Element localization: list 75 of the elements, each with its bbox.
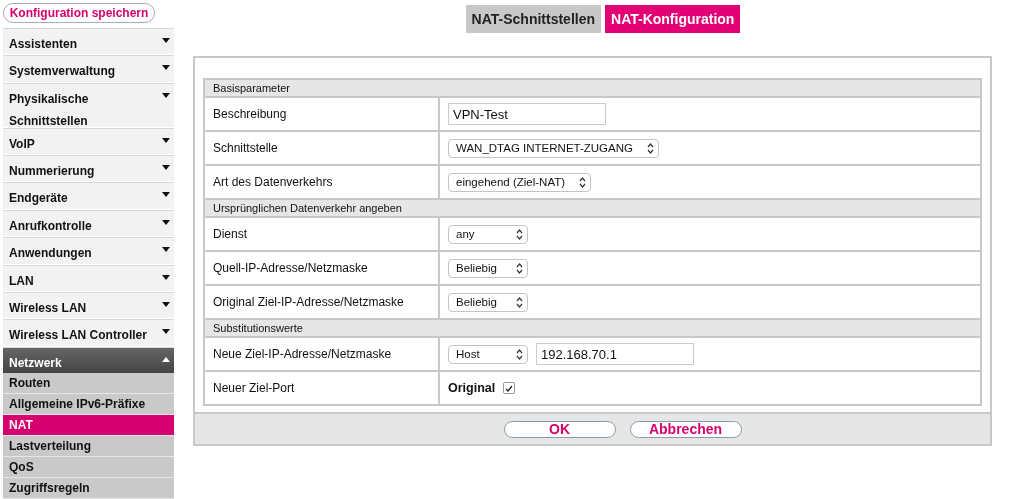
save-configuration-button[interactable]: Konfiguration speichern <box>3 3 155 23</box>
tab[interactable]: NAT-Schnittstellen <box>465 5 601 33</box>
menu-label: Wireless LAN Controller <box>9 327 147 345</box>
field-label: Neue Ziel-IP-Adresse/Netzmaske <box>205 338 440 370</box>
menu-label: Systemverwaltung <box>9 63 116 81</box>
sidebar-menu-item[interactable]: VoIP <box>3 127 174 154</box>
caret-down-icon <box>162 247 170 253</box>
field-label: Dienst <box>205 218 440 250</box>
caret-down-icon <box>162 219 170 225</box>
dropdown[interactable]: Beliebig <box>448 258 528 278</box>
submenu-item[interactable]: NAT <box>3 415 174 437</box>
sidebar-menu-item[interactable]: Wireless LAN <box>3 291 174 319</box>
sidebar-menu-item[interactable]: Netzwerk <box>3 346 174 374</box>
dropdown[interactable]: any <box>448 224 528 244</box>
dropdown[interactable]: Beliebig <box>448 292 528 312</box>
menu-label: Anrufkontrolle <box>9 217 92 235</box>
field-label: Original Ziel-IP-Adresse/Netzmaske <box>205 286 440 318</box>
tab[interactable]: NAT-Konfiguration <box>605 5 741 33</box>
submenu-item[interactable]: Routen <box>3 373 174 395</box>
section-header: Ursprünglichen Datenverkehr angeben <box>205 200 980 218</box>
checkbox[interactable] <box>503 382 516 394</box>
text-field[interactable]: VPN-Test <box>448 103 606 125</box>
sidebar-menu-item[interactable]: Endgeräte <box>3 182 174 209</box>
caret-down-icon <box>162 274 170 280</box>
menu-label: Wireless LAN <box>9 299 87 317</box>
updown-arrows-icon <box>516 296 523 308</box>
submenu-item[interactable]: Lastverteilung <box>3 436 174 458</box>
menu-label: VoIP <box>9 135 35 153</box>
dropdown[interactable]: WAN_DTAG INTERNET-ZUGANG <box>448 138 659 158</box>
section-header: Basisparameter <box>205 80 980 98</box>
updown-arrows-icon <box>516 228 523 240</box>
sidebar-menu-item[interactable]: Wireless LAN Controller <box>3 319 174 346</box>
field-label: Beschreibung <box>205 98 440 130</box>
checkmark-icon <box>505 384 514 392</box>
menu-label: Anwendungen <box>9 245 92 263</box>
cancel-button[interactable]: Abbrechen <box>629 420 742 438</box>
field-label: Art des Datenverkehrs <box>205 166 440 198</box>
updown-arrows-icon <box>579 176 587 188</box>
menu-label: Assistenten <box>9 36 78 53</box>
dropdown[interactable]: Host <box>448 344 528 364</box>
dropdown[interactable]: eingehend (Ziel-NAT) <box>448 172 592 192</box>
field-label: Quell-IP-Adresse/Netzmaske <box>205 252 440 284</box>
menu-label: LAN <box>9 272 34 290</box>
caret-down-icon <box>162 137 170 143</box>
caret-down-icon <box>162 301 170 307</box>
section-header: Substitutionswerte <box>205 320 980 338</box>
caret-down-icon <box>162 92 170 98</box>
menu-label: Netzwerk <box>9 354 62 372</box>
updown-arrows-icon <box>647 142 654 154</box>
sidebar-menu-item[interactable]: Systemverwaltung <box>3 55 174 82</box>
sidebar-menu-item[interactable]: Nummerierung <box>3 154 174 182</box>
caret-down-icon <box>162 329 170 335</box>
sidebar-menu-item[interactable]: Anrufkontrolle <box>3 209 174 237</box>
field-label: Neuer Ziel-Port <box>205 372 440 404</box>
sidebar-menu-item[interactable]: LAN <box>3 264 174 291</box>
caret-down-icon <box>162 192 170 198</box>
submenu-item[interactable]: Zugriffsregeln <box>3 478 174 499</box>
field-label: Schnittstelle <box>205 132 440 164</box>
menu-label: Nummerierung <box>9 162 95 180</box>
menu-label: Endgeräte <box>9 190 68 208</box>
checkbox-label: Original <box>448 381 496 395</box>
menu-label: Physikalische Schnittstellen <box>9 90 90 130</box>
sidebar-menu-item[interactable]: Anwendungen <box>3 237 174 264</box>
caret-down-icon <box>162 38 170 43</box>
text-field[interactable]: 192.168.70.1 <box>536 343 694 365</box>
submenu-item[interactable]: Allgemeine IPv6-Präfixe <box>3 394 174 416</box>
sidebar-menu-item[interactable]: Physikalische Schnittstellen <box>3 82 174 127</box>
submenu-item[interactable]: QoS <box>3 457 174 479</box>
caret-down-icon <box>162 65 170 71</box>
updown-arrows-icon <box>516 262 523 274</box>
caret-up-icon <box>162 356 170 362</box>
sidebar-menu-item[interactable]: Assistenten <box>3 28 174 55</box>
caret-down-icon <box>162 164 170 170</box>
updown-arrows-icon <box>516 348 523 360</box>
ok-button[interactable]: OK <box>503 420 616 438</box>
